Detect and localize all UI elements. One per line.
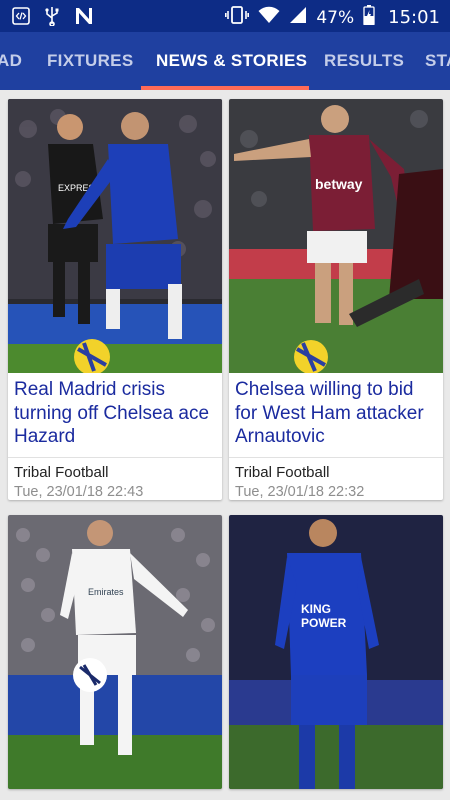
- tab-news-stories[interactable]: NEWS & STORIES: [156, 32, 307, 90]
- battery-percentage: 47%: [316, 7, 355, 28]
- news-card[interactable]: KING POWER: [229, 515, 443, 789]
- svg-text:KING: KING: [301, 602, 331, 616]
- news-feed[interactable]: EXPRESS Real Madrid crisis turning off C…: [0, 90, 450, 800]
- vibrate-icon: [225, 5, 250, 30]
- tab-results[interactable]: RESULTS: [324, 32, 404, 90]
- svg-text:betway: betway: [315, 176, 363, 192]
- news-card[interactable]: betway Chelsea willing to bid for West H…: [229, 99, 443, 500]
- usb-icon: [44, 6, 60, 31]
- system-icons: 47% 15:01: [225, 5, 440, 30]
- article-photo-arnautovic: betway: [229, 99, 443, 373]
- news-card[interactable]: EXPRESS Real Madrid crisis turning off C…: [8, 99, 222, 500]
- tab-fixtures[interactable]: FIXTURES: [47, 32, 133, 90]
- article-date: Tue, 23/01/18 22:32: [235, 484, 365, 500]
- article-photo-hazard: EXPRESS: [8, 99, 222, 373]
- news-card[interactable]: Emirates: [8, 515, 222, 789]
- svg-text:POWER: POWER: [301, 616, 347, 630]
- signal-icon: [289, 6, 307, 29]
- n-logo-icon: [74, 7, 94, 30]
- battery-icon: [363, 5, 375, 30]
- article-title[interactable]: Real Madrid crisis turning off Chelsea a…: [8, 373, 222, 457]
- article-source: Tribal Football: [235, 464, 330, 481]
- clock: 15:01: [388, 7, 440, 28]
- article-photo-bale: Emirates: [8, 515, 222, 789]
- article-source: Tribal Football: [14, 464, 109, 481]
- code-icon: [12, 7, 30, 30]
- status-bar: 47% 15:01: [0, 0, 450, 32]
- article-title[interactable]: Chelsea willing to bid for West Ham atta…: [229, 373, 443, 457]
- wifi-icon: [258, 6, 280, 29]
- notification-icons: [12, 6, 94, 31]
- tab-bar: AD FIXTURES NEWS & STORIES RESULTS STA: [0, 32, 450, 90]
- article-date: Tue, 23/01/18 22:43: [14, 484, 144, 500]
- tab-squad[interactable]: AD: [0, 32, 22, 90]
- article-photo-slimani: KING POWER: [229, 515, 443, 789]
- tab-standings[interactable]: STA: [425, 32, 450, 90]
- svg-text:Emirates: Emirates: [88, 587, 124, 597]
